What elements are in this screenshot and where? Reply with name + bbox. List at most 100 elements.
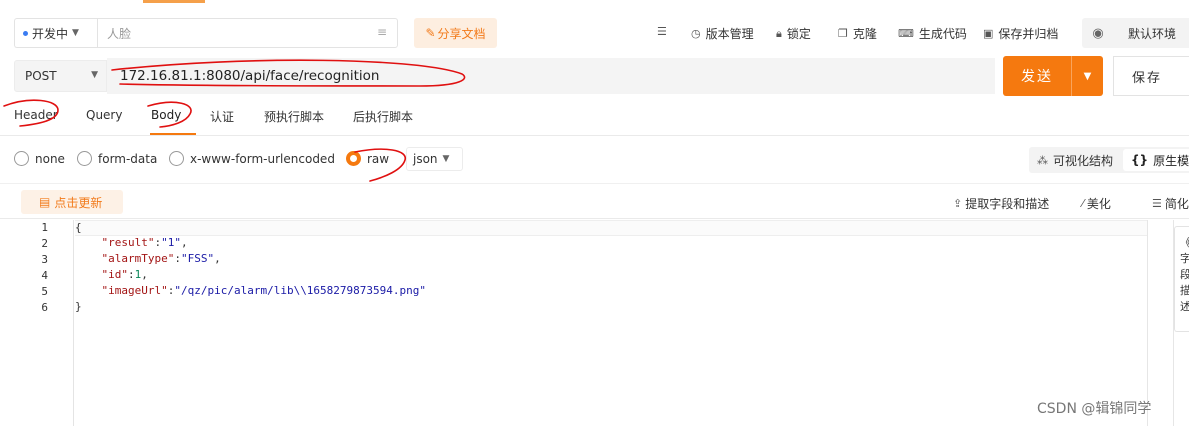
side-panel-char: 字	[1180, 251, 1189, 267]
editor-toolbar: ▤ 点击更新 ⇪ 提取字段和描述 ⁄ 美化 ☰ 简化	[0, 183, 1189, 219]
clock-icon: ◷	[691, 27, 701, 40]
active-tab-underline	[150, 133, 196, 135]
share-doc-label: 分享文档	[437, 26, 486, 41]
tab-query[interactable]: Query	[86, 108, 122, 122]
url-input[interactable]: 172.16.81.1:8080/api/face/recognition	[107, 58, 995, 94]
beautify-label: 美化	[1086, 197, 1111, 211]
method-select[interactable]: POST ▼	[14, 60, 107, 92]
code-line: "id":1,	[101, 268, 148, 281]
clone-button[interactable]: ❐ 克隆	[838, 25, 877, 42]
line-number: 3	[41, 253, 48, 266]
tab-auth[interactable]: 认证	[210, 108, 234, 125]
tree-structure-icon: ⁂	[1037, 154, 1048, 167]
line-number: 4	[41, 269, 48, 282]
environment-name: 默认环境	[1128, 26, 1177, 41]
line-number: 6	[41, 301, 48, 314]
method-label: POST	[25, 69, 57, 83]
extract-fields-button[interactable]: ⇪ 提取字段和描述	[953, 195, 1049, 212]
list-indent-icon: ☰	[657, 25, 667, 38]
braces-icon: {}	[1131, 153, 1149, 167]
save-button[interactable]: 保存	[1113, 56, 1189, 96]
version-manage-button[interactable]: ◷ 版本管理	[691, 25, 754, 42]
generate-code-label: 生成代码	[918, 27, 967, 41]
raw-mode-button[interactable]: {} 原生模式	[1123, 149, 1189, 171]
outline-toggle-button[interactable]: ☰	[657, 25, 672, 38]
tab-header[interactable]: Header	[14, 108, 58, 122]
save-label: 保存	[1132, 70, 1163, 86]
beautify-button[interactable]: ⁄ 美化	[1082, 195, 1111, 212]
lock-button[interactable]: 🔒︎ 锁定	[776, 25, 811, 42]
tab-post-script[interactable]: 后执行脚本	[353, 108, 413, 125]
top-bar: 开发中 ▼ 人脸 ≡ ✎ 分享文档 ☰ ◷ 版本管理 🔒︎ 锁定 ❐ 克隆 ⌨ …	[0, 14, 1189, 50]
code-line: "result":"1",	[101, 236, 188, 249]
radio-none-label: none	[35, 151, 65, 166]
url-text: 172.16.81.1:8080/api/face/recognition	[120, 68, 380, 84]
raw-mode-label: 原生模式	[1153, 153, 1189, 168]
radio-raw[interactable]: raw	[346, 151, 389, 166]
send-options-button[interactable]: ▼	[1071, 56, 1103, 96]
environment-selector[interactable]: ◉ 默认环境	[1082, 18, 1189, 48]
radio-none[interactable]: none	[14, 151, 65, 166]
code-editor[interactable]: { "result":"1", "alarmType":"FSS", "id":…	[75, 220, 1147, 426]
radio-form-data-label: form-data	[98, 151, 158, 166]
env-status-select[interactable]: 开发中 ▼	[14, 18, 98, 48]
share-doc-button[interactable]: ✎ 分享文档	[414, 18, 497, 48]
click-update-label: 点击更新	[54, 195, 103, 210]
json-key: "imageUrl"	[101, 284, 168, 297]
upload-icon: ⇪	[953, 197, 963, 210]
simplify-label: 简化	[1164, 197, 1189, 211]
api-name-input[interactable]: 人脸 ≡	[97, 18, 398, 48]
json-comma: ,	[141, 268, 148, 281]
chevron-down-icon: ▼	[1083, 70, 1092, 82]
visual-mode-button[interactable]: ⁂ 可视化结构	[1037, 152, 1113, 169]
send-button[interactable]: 发送	[1003, 56, 1071, 96]
raw-format-label: json	[413, 152, 438, 166]
generate-code-button[interactable]: ⌨ 生成代码	[898, 25, 967, 42]
tab-pre-script[interactable]: 预执行脚本	[264, 108, 324, 125]
extract-fields-label: 提取字段和描述	[965, 197, 1050, 211]
api-name-text: 人脸	[107, 26, 132, 41]
radio-raw-label: raw	[367, 151, 390, 166]
lock-icon: 🔒︎	[776, 26, 782, 40]
chevron-down-icon: ▼	[442, 154, 450, 164]
code-icon: ⌨	[898, 27, 914, 40]
editor-scrollbar[interactable]	[1147, 220, 1174, 426]
field-description-tab[interactable]: 《 字 段 描 述	[1174, 226, 1189, 332]
view-mode-toggle: ⁂ 可视化结构 {} 原生模式	[1029, 147, 1189, 173]
json-key: "result"	[101, 236, 155, 249]
visual-mode-label: 可视化结构	[1053, 154, 1114, 168]
line-number: 2	[41, 237, 48, 250]
active-window-indicator	[143, 0, 205, 3]
side-panel-char: 段	[1180, 267, 1189, 283]
code-text: }	[75, 300, 82, 313]
send-label: 发送	[1021, 69, 1053, 85]
radio-urlencoded[interactable]: x-www-form-urlencoded	[169, 151, 335, 166]
click-update-button[interactable]: ▤ 点击更新	[21, 190, 123, 214]
lines-icon: ☰	[1152, 197, 1162, 210]
magic-wand-icon: ⁄	[1082, 197, 1084, 210]
code-line: }	[75, 300, 82, 313]
code-text: {	[75, 221, 82, 234]
edit-icon: ✎	[425, 26, 436, 40]
clone-label: 克隆	[852, 27, 877, 41]
json-string: "/qz/pic/alarm/lib\\1658279873594.png"	[174, 284, 427, 297]
request-tabs: Header Query Body 认证 预执行脚本 后执行脚本	[0, 100, 1189, 136]
radio-circle	[169, 151, 184, 166]
field-description-panel[interactable]: 《 字 段 描 述	[1174, 220, 1189, 426]
line-number: 1	[41, 221, 48, 234]
eye-icon[interactable]: ◉	[1082, 26, 1114, 41]
edit-lines-icon[interactable]: ≡	[377, 25, 387, 39]
code-line: {	[75, 220, 1147, 236]
archive-icon: ▣	[983, 27, 994, 40]
json-string: "FSS"	[180, 252, 215, 265]
save-archive-button[interactable]: ▣ 保存并归档	[983, 25, 1058, 42]
tab-body[interactable]: Body	[151, 108, 181, 122]
json-comma: ,	[180, 236, 188, 249]
simplify-button[interactable]: ☰ 简化	[1152, 195, 1189, 212]
radio-form-data[interactable]: form-data	[77, 151, 157, 166]
chevron-down-icon: ▼	[72, 28, 79, 38]
radio-circle	[14, 151, 29, 166]
raw-format-select[interactable]: json ▼	[406, 147, 463, 171]
chevron-down-icon: ▼	[91, 70, 98, 80]
json-comma: ,	[214, 252, 221, 265]
